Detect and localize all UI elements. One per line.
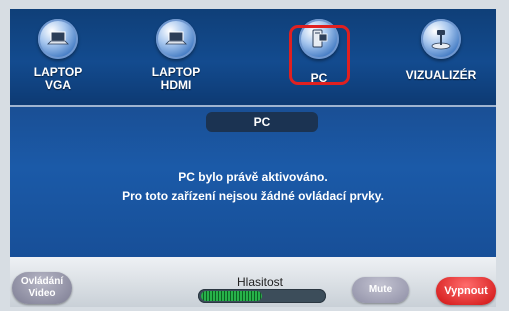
status-message-line-2: Pro toto zařízení nejsou žádné ovládací … — [122, 189, 384, 203]
volume-slider[interactable] — [198, 289, 326, 303]
status-message: PC bylo právě aktivováno. Pro toto zaříz… — [10, 168, 496, 206]
volume-label: Hlasitost — [236, 275, 283, 289]
touch-panel-screen: LAPTOP VGA LAPTOP HDMI PC VIZUALIZÉR PC … — [0, 0, 509, 311]
laptop-hdmi-source-button[interactable]: LAPTOP HDMI — [128, 9, 224, 105]
power-off-button[interactable]: Vypnout — [436, 277, 496, 305]
active-source-title: PC — [206, 112, 318, 132]
laptop-vga-label: LAPTOP VGA — [33, 65, 83, 92]
active-source-highlight — [289, 25, 350, 85]
vizualizer-source-button[interactable]: VIZUALIZÉR — [393, 9, 489, 105]
vizualizer-label: VIZUALIZÉR — [405, 68, 477, 82]
video-control-button[interactable]: Ovládání Video — [12, 272, 72, 304]
mute-button[interactable]: Mute — [352, 277, 409, 303]
laptop-vga-source-button[interactable]: LAPTOP VGA — [10, 9, 106, 105]
volume-level-fill — [201, 291, 262, 301]
document-camera-icon — [421, 19, 461, 59]
status-message-line-1: PC bylo právě aktivováno. — [178, 170, 328, 184]
laptop-hdmi-label: LAPTOP HDMI — [151, 65, 201, 92]
laptop-icon — [156, 19, 196, 59]
laptop-icon — [38, 19, 78, 59]
